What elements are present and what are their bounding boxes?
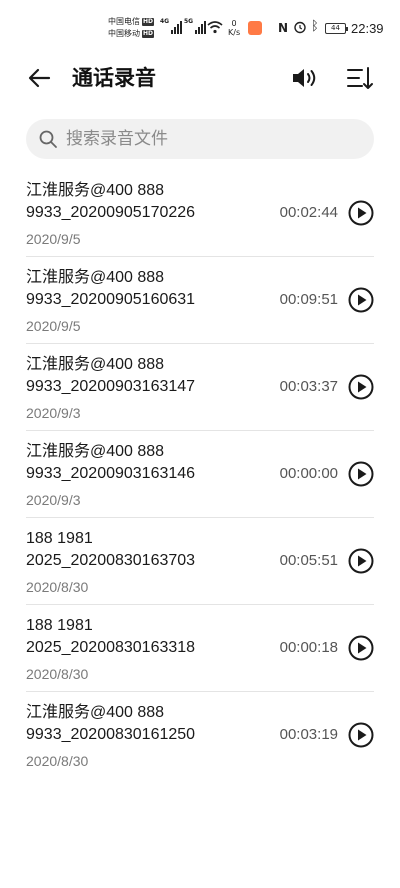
recording-name: 江淮服务@400 888 9933_20200830161250 — [26, 704, 196, 743]
play-icon[interactable] — [348, 722, 374, 748]
sort-icon[interactable] — [346, 64, 374, 92]
recording-duration: 00:00:00 — [279, 465, 338, 482]
play-icon[interactable] — [348, 635, 374, 661]
play-icon[interactable] — [348, 374, 374, 400]
recording-duration: 00:03:37 — [279, 378, 338, 395]
recording-name: 江淮服务@400 888 9933_20200905160631 — [26, 269, 196, 308]
carrier-1-label: 中国电信 — [108, 17, 140, 26]
status-time: 22:39 — [351, 21, 384, 36]
alarm-icon — [294, 21, 306, 34]
recording-date: 2020/9/5 — [26, 318, 81, 334]
signal-1-icon: 4G — [160, 18, 183, 34]
network-1-label: 4G — [160, 18, 170, 25]
recording-name: 188 1981 2025_20200830163318 — [26, 617, 196, 656]
play-icon[interactable] — [348, 548, 374, 574]
play-icon[interactable] — [348, 287, 374, 313]
arrow-left-icon[interactable] — [26, 64, 54, 92]
network-speed: 0 K/s — [228, 19, 240, 37]
status-bar: 中国电信 HD 中国移动 HD 4G 5G 0 K/s N ᛒ 44 22:39 — [0, 0, 400, 60]
play-icon[interactable] — [348, 461, 374, 487]
carrier-info: 中国电信 HD 中国移动 HD — [108, 16, 155, 40]
battery-level: 44 — [331, 24, 340, 32]
play-icon[interactable] — [348, 200, 374, 226]
recording-date: 2020/8/30 — [26, 666, 89, 682]
nfc-icon: N — [278, 21, 289, 35]
speaker-icon[interactable] — [291, 64, 321, 92]
carrier-2-label: 中国移动 — [108, 29, 140, 38]
recording-item[interactable]: 江淮服务@400 888 9933_20200903163147 2020/9/… — [26, 344, 374, 431]
recording-duration: 00:00:18 — [279, 639, 338, 656]
recording-item[interactable]: 江淮服务@400 888 9933_20200905170226 2020/9/… — [26, 170, 374, 257]
recording-name: 188 1981 2025_20200830163703 — [26, 530, 196, 569]
search-icon — [39, 130, 57, 148]
recording-date: 2020/9/5 — [26, 231, 81, 247]
recording-name: 江淮服务@400 888 9933_20200903163146 — [26, 443, 196, 482]
recording-name: 江淮服务@400 888 9933_20200905170226 — [26, 182, 196, 221]
bluetooth-icon: ᛒ — [311, 19, 319, 34]
hd-1-badge: HD — [142, 18, 155, 26]
app-notification-icon — [248, 21, 262, 35]
search-bar[interactable] — [26, 119, 374, 159]
recording-name: 江淮服务@400 888 9933_20200903163147 — [26, 356, 196, 395]
signal-2-icon: 5G — [184, 18, 207, 34]
recording-item[interactable]: 江淮服务@400 888 9933_20200905160631 2020/9/… — [26, 257, 374, 344]
search-input[interactable] — [66, 129, 346, 149]
speed-unit: K/s — [228, 28, 241, 37]
recording-duration: 00:02:44 — [279, 204, 338, 221]
hd-2-badge: HD — [142, 30, 155, 38]
app-header: 通话录音 — [0, 60, 400, 96]
recording-duration: 00:09:51 — [279, 291, 338, 308]
recording-date: 2020/8/30 — [26, 579, 89, 595]
recording-date: 2020/8/30 — [26, 753, 89, 769]
page-title: 通话录音 — [72, 66, 156, 90]
recording-item[interactable]: 188 1981 2025_20200830163703 2020/8/30 0… — [26, 518, 374, 605]
recording-item[interactable]: 188 1981 2025_20200830163318 2020/8/30 0… — [26, 605, 374, 692]
recording-item[interactable]: 江淮服务@400 888 9933_20200903163146 2020/9/… — [26, 431, 374, 518]
recording-date: 2020/9/3 — [26, 405, 81, 421]
recording-duration: 00:05:51 — [279, 552, 338, 569]
recording-list: 江淮服务@400 888 9933_20200905170226 2020/9/… — [26, 170, 374, 779]
recording-date: 2020/9/3 — [26, 492, 81, 508]
recording-duration: 00:03:19 — [279, 726, 338, 743]
network-2-label: 5G — [184, 18, 194, 25]
battery-icon: 44 — [325, 23, 348, 34]
recording-item[interactable]: 江淮服务@400 888 9933_20200830161250 2020/8/… — [26, 692, 374, 779]
wifi-icon — [207, 21, 223, 34]
speed-value: 0 — [231, 19, 237, 28]
